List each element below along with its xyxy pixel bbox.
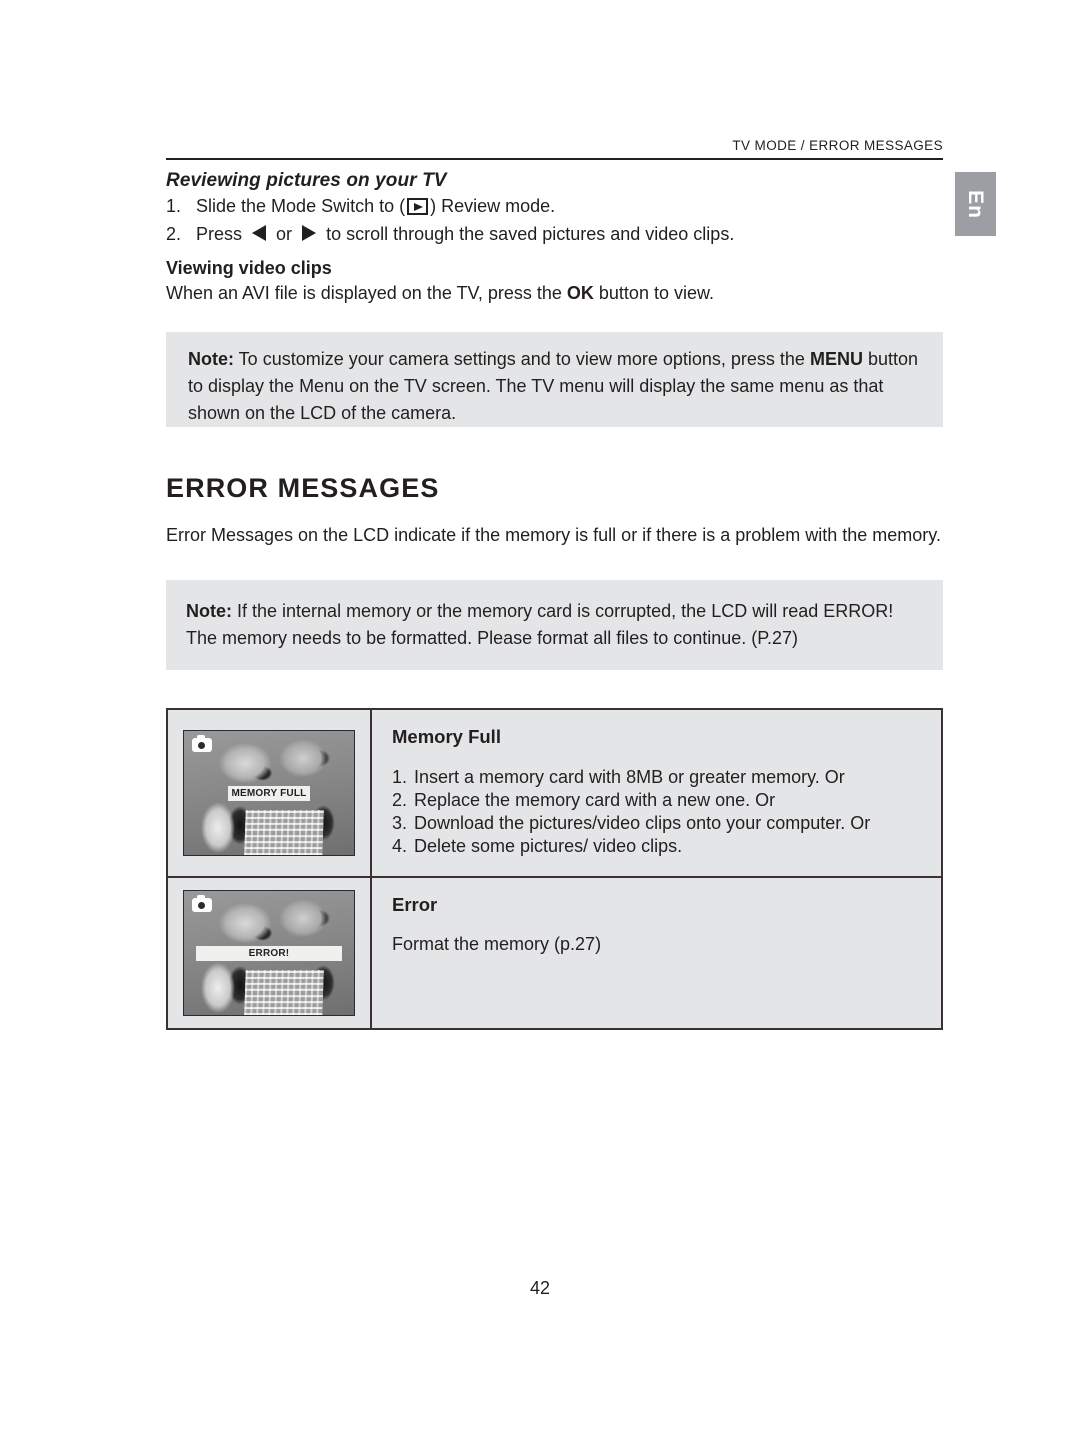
camera-icon	[192, 895, 212, 912]
lcd-banner-memory-full: MEMORY FULL	[228, 785, 310, 801]
list-item: 3. Download the pictures/video clips ont…	[392, 812, 941, 835]
error-messages-table: MEMORY FULL Memory Full 1. Insert a memo…	[166, 708, 943, 1030]
page-number: 42	[529, 1278, 551, 1298]
tv-step-2-text: Press or to scroll through the saved pic…	[196, 220, 734, 248]
manual-page: TV MODE / ERROR MESSAGES En Reviewing pi…	[0, 0, 1080, 1429]
list-item: 2. Replace the memory card with a new on…	[392, 789, 941, 812]
tv-note-emphasis: MENU	[809, 349, 863, 369]
error-messages-heading: ERROR MESSAGES	[166, 473, 440, 503]
error-note-text: If the internal memory or the memory car…	[186, 601, 894, 648]
tv-note-text-1: To customize your camera settings and to…	[234, 349, 810, 369]
language-tab: En	[955, 172, 996, 236]
header-rule	[166, 158, 943, 160]
tv-section-steps: 1. Slide the Mode Switch to ( ) Review mo…	[166, 192, 946, 248]
table-row: MEMORY FULL Memory Full 1. Insert a memo…	[168, 710, 941, 876]
list-item-number: 2.	[392, 790, 408, 810]
list-item-text: Delete some pictures/ video clips.	[414, 836, 683, 856]
list-item: 1. Insert a memory card with 8MB or grea…	[392, 766, 941, 789]
list-item-number: 3.	[392, 813, 408, 833]
lcd-banner-error: ERROR!	[195, 945, 343, 961]
tv-step-1: 1. Slide the Mode Switch to ( ) Review mo…	[166, 192, 946, 220]
language-tab-label: En	[964, 189, 987, 219]
tv-step-2-text-before: Press	[196, 224, 243, 244]
list-item: 4. Delete some pictures/ video clips.	[392, 835, 941, 858]
lcd-preview-memory-full: MEMORY FULL	[183, 730, 355, 856]
video-clips-paragraph: When an AVI file is displayed on the TV,…	[166, 280, 956, 306]
error-note-box: Note: If the internal memory or the memo…	[166, 580, 943, 670]
tv-section-heading: Reviewing pictures on your TV	[166, 170, 447, 191]
tv-step-2-number: 2.	[166, 224, 182, 244]
right-arrow-icon	[302, 225, 317, 241]
video-clips-emphasis: OK	[566, 283, 594, 303]
tv-step-1-text-before: Slide the Mode Switch to (	[196, 196, 406, 216]
lcd-plaid-cloth	[244, 970, 325, 1015]
tv-step-1-text-after: ) Review mode.	[430, 196, 556, 216]
tv-step-1-text: Slide the Mode Switch to ( ) Review mode.	[196, 192, 555, 220]
error-note-label: Note:	[186, 601, 232, 621]
error-row-items: 1. Insert a memory card with 8MB or grea…	[392, 766, 941, 858]
tv-step-2-text-after: to scroll through the saved pictures and…	[326, 224, 735, 244]
table-row: ERROR! Error Format the memory (p.27)	[168, 876, 941, 1028]
table-cell-text: Memory Full 1. Insert a memory card with…	[372, 710, 941, 876]
tv-step-2-conjunction: or	[276, 224, 293, 244]
lcd-preview-error: ERROR!	[183, 890, 355, 1016]
error-row-title: Error	[392, 894, 438, 915]
error-row-title: Memory Full	[392, 726, 501, 747]
tv-step-1-number: 1.	[166, 196, 182, 216]
list-item-number: 4.	[392, 836, 408, 856]
error-messages-intro: Error Messages on the LCD indicate if th…	[166, 525, 941, 545]
tv-step-2: 2. Press or to scroll through the saved …	[166, 220, 946, 248]
table-cell-image: MEMORY FULL	[168, 710, 372, 876]
table-cell-text: Error Format the memory (p.27)	[372, 878, 941, 1028]
video-clips-text-before: When an AVI file is displayed on the TV,…	[166, 283, 567, 303]
list-item-number: 1.	[392, 767, 408, 787]
video-clips-heading: Viewing video clips	[166, 258, 332, 278]
tv-note-box: Note: To customize your camera settings …	[166, 332, 943, 427]
camera-icon	[192, 735, 212, 752]
list-item-text: Insert a memory card with 8MB or greater…	[414, 767, 845, 787]
tv-note-label: Note:	[188, 349, 234, 369]
left-arrow-icon	[252, 225, 267, 241]
table-cell-image: ERROR!	[168, 878, 372, 1028]
list-item-text: Download the pictures/video clips onto y…	[414, 813, 871, 833]
error-row-plain-text: Format the memory (p.27)	[392, 934, 602, 954]
play-review-mode-icon	[407, 198, 429, 215]
running-header: TV MODE / ERROR MESSAGES	[732, 138, 943, 153]
video-clips-text-after: button to view.	[593, 283, 714, 303]
lcd-plaid-cloth	[244, 810, 325, 855]
list-item-text: Replace the memory card with a new one. …	[414, 790, 776, 810]
